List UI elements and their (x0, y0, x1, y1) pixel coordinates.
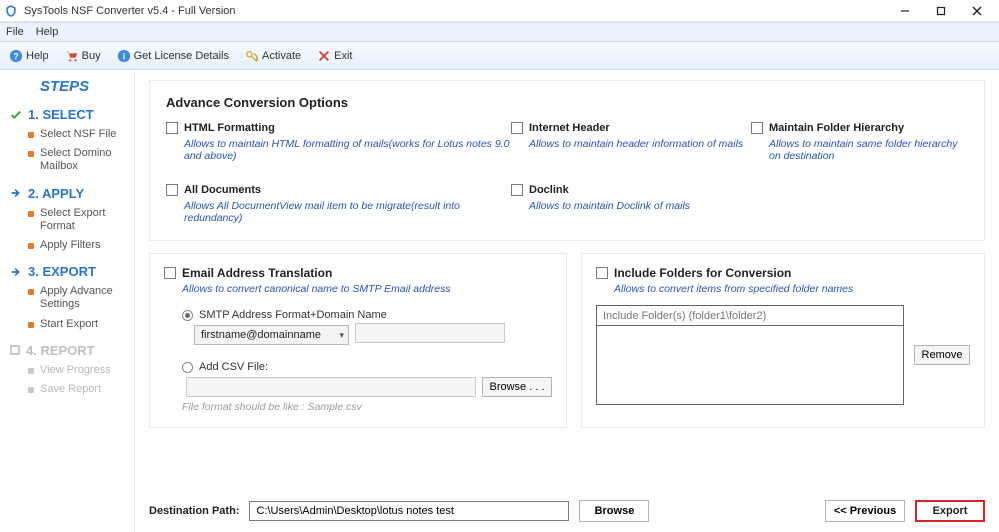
step-3-header[interactable]: 3. EXPORT (10, 264, 128, 279)
option-folder-hierarchy: Maintain Folder Hierarchy Allows to main… (751, 122, 968, 162)
sidebar-item-advance-settings[interactable]: Apply Advance Settings (28, 285, 128, 311)
email-translation-panel: Email Address Translation Allows to conv… (149, 253, 567, 428)
exit-icon (317, 49, 331, 63)
sidebar-item-start-export[interactable]: Start Export (28, 318, 128, 331)
app-icon (4, 4, 18, 18)
maximize-button[interactable] (923, 0, 959, 22)
close-button[interactable] (959, 0, 995, 22)
checkbox-doclink[interactable] (511, 184, 523, 196)
steps-title: STEPS (40, 78, 128, 95)
key-icon (245, 49, 259, 63)
sidebar-item-select-nsf[interactable]: Select NSF File (28, 128, 128, 141)
radio-button[interactable] (182, 310, 193, 321)
step-2-header[interactable]: 2. APPLY (10, 186, 128, 201)
radio-csv[interactable]: Add CSV File: (182, 361, 552, 373)
checkbox-html[interactable] (166, 122, 178, 134)
include-folders-panel: Include Folders for Conversion Allows to… (581, 253, 985, 428)
titlebar: SysTools NSF Converter v5.4 - Full Versi… (0, 0, 999, 22)
destination-path-input[interactable] (249, 501, 569, 521)
option-internet-header: Internet Header Allows to maintain heade… (511, 122, 751, 162)
checkbox-email-translation[interactable] (164, 267, 176, 279)
include-folders-list (596, 305, 904, 405)
square-icon (10, 345, 20, 355)
smtp-format-select[interactable]: firstname@domainname ▾ (194, 325, 349, 345)
previous-button[interactable]: << Previous (825, 500, 905, 522)
checkbox-alldocs[interactable] (166, 184, 178, 196)
toolbar-buy[interactable]: Buy (60, 46, 106, 66)
sidebar: STEPS 1. SELECT Select NSF File Select D… (0, 70, 135, 532)
destination-browse-button[interactable]: Browse (579, 500, 649, 522)
toolbar-exit[interactable]: Exit (312, 46, 357, 66)
window-controls (887, 0, 995, 22)
step-4-header: 4. REPORT (10, 343, 128, 358)
domain-input[interactable] (355, 323, 505, 343)
sidebar-item-select-domino[interactable]: Select Domino Mailbox (28, 147, 128, 173)
check-icon (10, 109, 22, 121)
option-all-documents: All Documents Allows All DocumentView ma… (166, 184, 511, 224)
sidebar-item-apply-filters[interactable]: Apply Filters (28, 239, 128, 252)
step-1-header[interactable]: 1. SELECT (10, 107, 128, 122)
window-title: SysTools NSF Converter v5.4 - Full Versi… (24, 5, 887, 17)
svg-text:?: ? (13, 51, 18, 61)
include-folder-input[interactable] (597, 306, 903, 326)
minimize-button[interactable] (887, 0, 923, 22)
toolbar: ? Help Buy i Get License Details Activat… (0, 42, 999, 70)
radio-button[interactable] (182, 362, 193, 373)
sidebar-item-select-export-format[interactable]: Select Export Format (28, 207, 128, 233)
footer-bar: Destination Path: Browse << Previous Exp… (149, 500, 985, 522)
info-icon: i (117, 49, 131, 63)
export-button[interactable]: Export (915, 500, 985, 522)
option-html-formatting: HTML Formatting Allows to maintain HTML … (166, 122, 511, 162)
panel-title: Advance Conversion Options (166, 95, 968, 110)
toolbar-help[interactable]: ? Help (4, 46, 54, 66)
destination-label: Destination Path: (149, 505, 239, 517)
cart-icon (65, 49, 79, 63)
option-doclink: Doclink Allows to maintain Doclink of ma… (511, 184, 751, 224)
csv-hint: File format should be like : Sample.csv (182, 401, 552, 413)
menu-help[interactable]: Help (36, 26, 59, 38)
content-area: Advance Conversion Options HTML Formatti… (135, 70, 999, 532)
remove-button[interactable]: Remove (914, 345, 970, 365)
checkbox-include-folders[interactable] (596, 267, 608, 279)
sidebar-item-save-report: Save Report (28, 383, 128, 396)
checkbox-hierarchy[interactable] (751, 122, 763, 134)
csv-browse-button[interactable]: Browse . . . (482, 377, 552, 397)
chevron-down-icon: ▾ (339, 330, 344, 341)
advance-options-panel: Advance Conversion Options HTML Formatti… (149, 80, 985, 241)
arrow-icon (10, 187, 22, 199)
menu-file[interactable]: File (6, 26, 24, 38)
toolbar-license[interactable]: i Get License Details (112, 46, 234, 66)
menubar: File Help (0, 22, 999, 42)
checkbox-internet[interactable] (511, 122, 523, 134)
svg-text:i: i (122, 51, 124, 61)
sidebar-item-view-progress: View Progress (28, 364, 128, 377)
radio-smtp-format[interactable]: SMTP Address Format+Domain Name (182, 309, 552, 321)
csv-path-input[interactable] (186, 377, 476, 397)
toolbar-activate[interactable]: Activate (240, 46, 306, 66)
help-icon: ? (9, 49, 23, 63)
arrow-icon (10, 266, 22, 278)
